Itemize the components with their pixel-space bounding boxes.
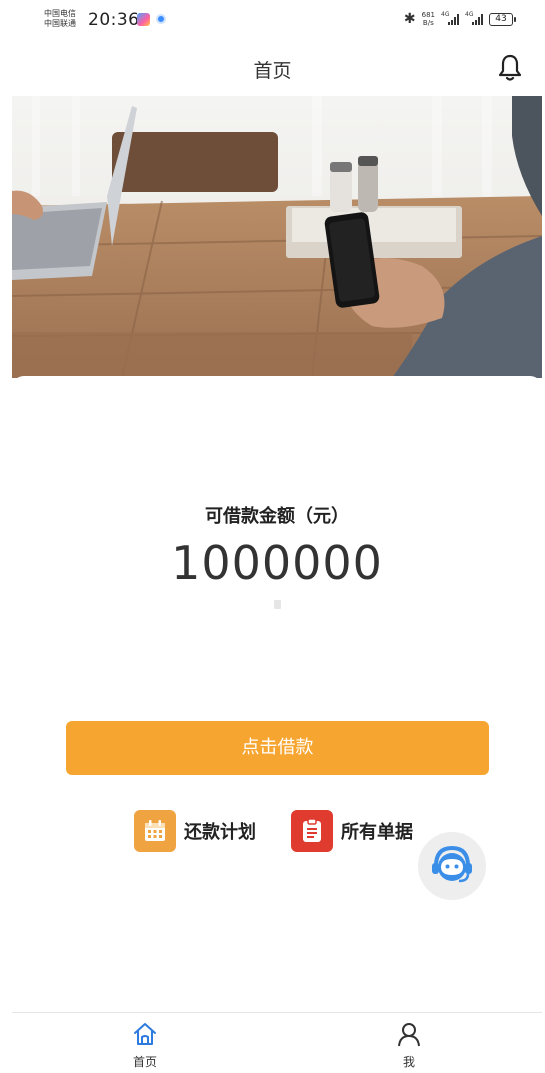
repayment-plan-link[interactable]: 还款计划: [134, 810, 256, 852]
signal-icon-2: 4G: [465, 11, 483, 25]
notification-app-icon: [137, 13, 150, 26]
notification-dot-icon: [156, 14, 166, 24]
borrow-button[interactable]: 点击借款: [66, 721, 489, 775]
network-speed: 681 B/s: [422, 11, 435, 27]
user-icon: [396, 1023, 422, 1051]
bottom-tab-bar: 首页 我: [12, 1012, 542, 1073]
status-time: 20:36: [88, 10, 140, 30]
system-indicators: ✱ 681 B/s 4G 4G 43: [403, 11, 516, 27]
nav-bar: 首页: [0, 42, 545, 94]
all-documents-label: 所有单据: [341, 822, 413, 843]
customer-service-icon: [427, 839, 477, 893]
tab-me-label: 我: [402, 1055, 415, 1069]
carrier-names: 中国电信 中国联通: [44, 9, 76, 29]
page-title: 首页: [253, 60, 292, 82]
signal-icon-1: 4G: [441, 11, 459, 25]
home-icon: [132, 1023, 158, 1051]
available-amount-value: 1000000: [171, 536, 383, 590]
tab-home[interactable]: 首页: [115, 1021, 175, 1070]
bell-icon[interactable]: [495, 52, 525, 82]
signal-tag-1: 4G: [441, 11, 450, 18]
repayment-plan-label: 还款计划: [184, 822, 256, 843]
all-documents-link[interactable]: 所有单据: [291, 810, 413, 852]
carrier-1: 中国电信: [44, 9, 76, 18]
carrier-2: 中国联通: [44, 19, 76, 28]
battery-icon: 43: [489, 12, 516, 26]
calendar-icon: [134, 810, 176, 852]
page-indicator: [274, 600, 281, 609]
banner-image[interactable]: [12, 96, 542, 378]
signal-tag-2: 4G: [465, 11, 474, 18]
network-speed-unit: B/s: [422, 19, 434, 27]
network-speed-value: 681: [421, 11, 435, 19]
bluetooth-icon: ✱: [403, 11, 416, 27]
tab-home-label: 首页: [132, 1055, 157, 1069]
customer-service-button[interactable]: [418, 832, 486, 900]
available-amount-label: 可借款金额（元）: [205, 506, 349, 527]
tab-me[interactable]: 我: [379, 1021, 439, 1070]
status-bar: 中国电信 中国联通 20:36 ✱ 681 B/s 4G 4G 43: [0, 0, 545, 42]
clipboard-icon: [291, 810, 333, 852]
